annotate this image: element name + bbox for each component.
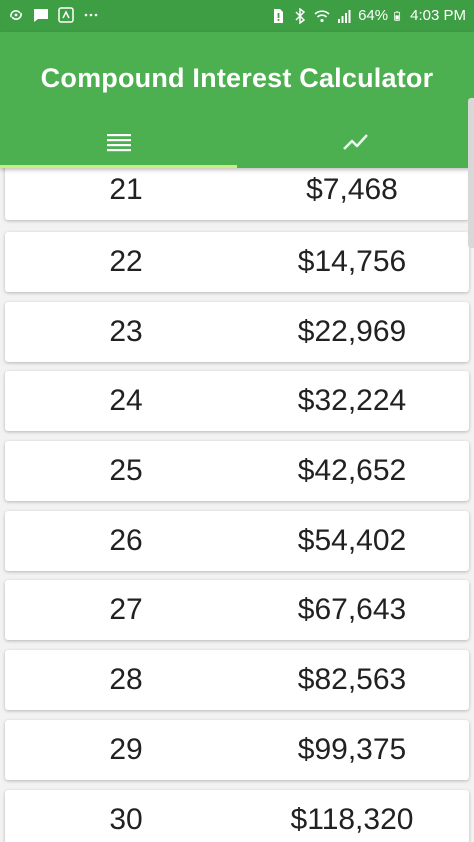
scroll-indicator <box>468 98 474 248</box>
app-title: Compound Interest Calculator <box>40 63 434 93</box>
year-label: 23 <box>109 315 143 348</box>
list-item[interactable]: 30 $118,320 <box>5 790 469 842</box>
year-label: 27 <box>109 593 143 626</box>
amount-label: $82,563 <box>297 663 407 696</box>
year-label: 24 <box>109 384 143 417</box>
status-bar: 64% 4:03 PM <box>0 0 474 32</box>
list-item[interactable]: 28 $82,563 <box>5 650 469 710</box>
tab-chart[interactable] <box>237 116 474 168</box>
amount-label: $118,320 <box>290 803 414 836</box>
list-item[interactable]: 26 $54,402 <box>5 511 469 571</box>
year-label: 21 <box>109 173 143 206</box>
signal-icon <box>338 10 351 23</box>
amount-label: $67,643 <box>297 593 407 626</box>
amount-label: $32,224 <box>297 384 407 417</box>
status-right: 64% 4:03 PM <box>270 6 466 26</box>
more-dots-icon <box>84 13 98 17</box>
list-item[interactable]: 25 $42,652 <box>5 441 469 501</box>
message-icon <box>34 9 48 22</box>
trending-up-icon <box>342 134 368 150</box>
clock: 4:03 PM <box>410 7 466 24</box>
amount-label: $99,375 <box>297 733 407 766</box>
amount-label: $14,756 <box>297 245 407 278</box>
year-label: 26 <box>109 524 143 557</box>
status-left <box>8 7 99 23</box>
tab-bar <box>0 116 474 168</box>
list-item[interactable]: 22 $14,756 <box>5 232 469 292</box>
year-label: 29 <box>109 733 143 766</box>
year-label: 30 <box>109 803 143 836</box>
wifi-icon <box>314 10 330 23</box>
year-label: 28 <box>109 663 143 696</box>
battery-percent: 64% <box>358 7 389 24</box>
list-item[interactable]: 23 $22,969 <box>5 302 469 362</box>
list-item[interactable]: 21 $7,468 <box>5 160 469 220</box>
year-label: 22 <box>109 245 143 278</box>
pay-icon <box>58 7 74 23</box>
list-item[interactable]: 27 $67,643 <box>5 580 469 640</box>
bluetooth-icon <box>295 8 306 24</box>
list-item[interactable]: 29 $99,375 <box>5 720 469 780</box>
app-bar: Compound Interest Calculator <box>0 32 474 168</box>
results-list: 21 $7,468 22 $14,756 23 $22,969 24 $32,2… <box>0 160 474 842</box>
list-item[interactable]: 24 $32,224 <box>5 371 469 431</box>
sim-alert-icon <box>274 9 284 23</box>
amount-label: $22,969 <box>297 315 407 348</box>
sync-icon <box>10 10 22 20</box>
amount-label: $42,652 <box>297 454 407 487</box>
tab-list[interactable] <box>0 116 237 168</box>
battery-icon <box>394 11 401 21</box>
year-label: 25 <box>109 454 143 487</box>
amount-label: $7,468 <box>306 173 398 206</box>
amount-label: $54,402 <box>297 524 407 557</box>
list-icon <box>106 134 131 152</box>
